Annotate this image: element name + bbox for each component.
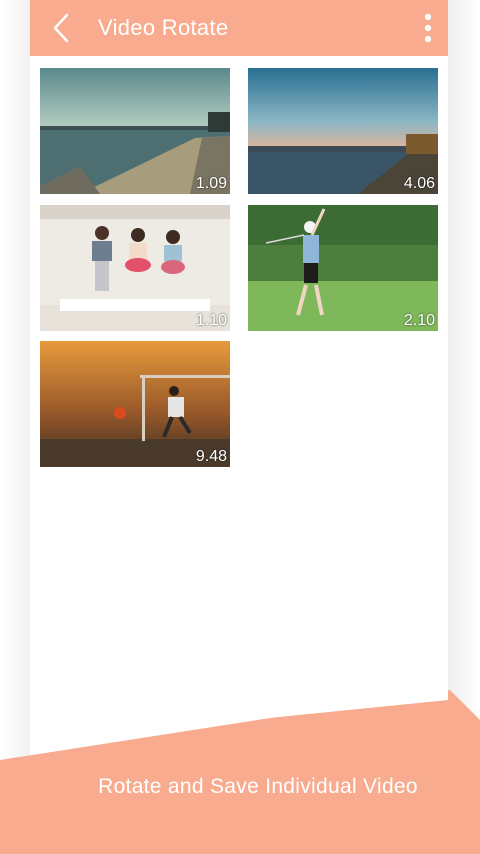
video-duration: 9.48 — [195, 448, 227, 465]
video-thumbnail[interactable]: 9.48 — [40, 341, 230, 467]
background-right-shade — [448, 0, 480, 760]
video-thumbnail[interactable]: 4.06 — [248, 68, 438, 194]
toolbar: Video Rotate — [30, 0, 448, 56]
video-duration: 4.06 — [403, 175, 435, 192]
promo-caption: Rotate and Save Individual Video — [98, 775, 418, 798]
chevron-left-icon[interactable] — [50, 12, 74, 44]
phone-screen: Video Rotate 1.09 4.06 1.10 2.10 9.48 — [30, 0, 448, 742]
video-duration: 1.09 — [195, 175, 227, 192]
video-duration: 1.10 — [195, 312, 227, 329]
page-title: Video Rotate — [98, 15, 229, 40]
video-thumbnail[interactable]: 1.10 — [40, 205, 230, 331]
more-vertical-icon[interactable] — [420, 13, 436, 43]
video-thumbnail[interactable]: 1.09 — [40, 68, 230, 194]
video-thumbnail[interactable]: 2.10 — [248, 205, 438, 331]
background-left-shade — [0, 0, 30, 760]
video-duration: 2.10 — [403, 312, 435, 329]
